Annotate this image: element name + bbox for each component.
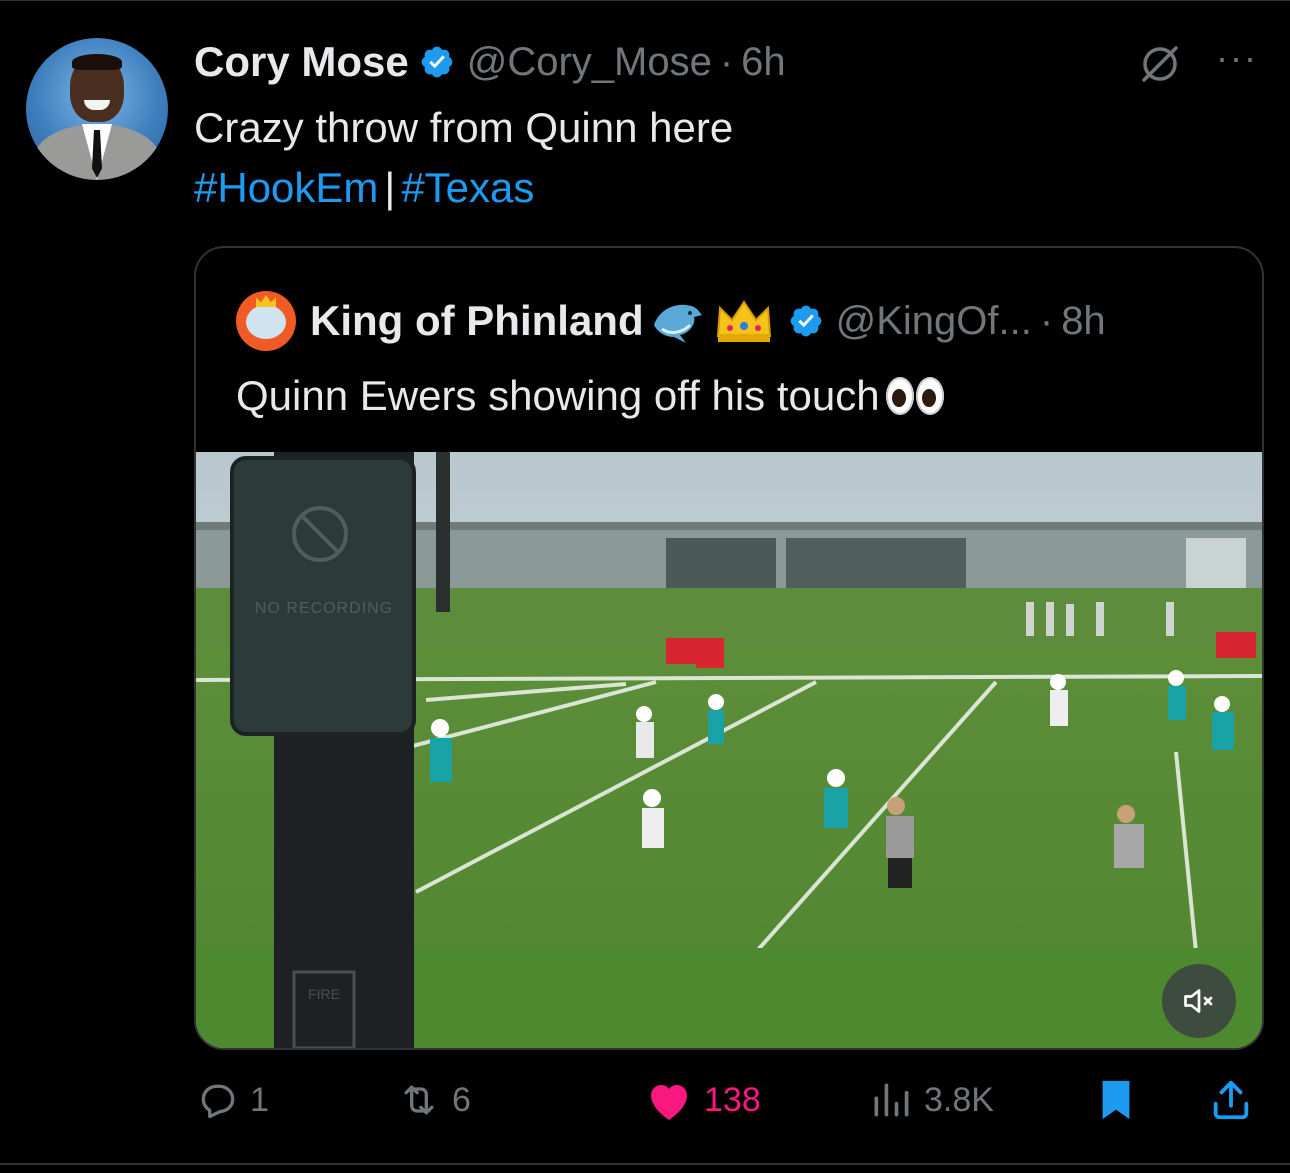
views-icon bbox=[874, 1083, 909, 1117]
quote-author-handle[interactable]: @KingOf... bbox=[836, 299, 1032, 344]
hashtag-link[interactable]: #Texas bbox=[401, 164, 534, 211]
repost-icon bbox=[404, 1085, 434, 1115]
video-player[interactable]: NO RECORDING FIRE bbox=[196, 452, 1262, 1048]
avatar-hair bbox=[72, 54, 122, 70]
hashtags: #HookEm | #Texas bbox=[194, 160, 534, 216]
eyes-emoji-icon bbox=[885, 377, 946, 415]
mute-icon bbox=[1184, 989, 1213, 1013]
author-handle[interactable]: @Cory_Mose bbox=[467, 40, 712, 85]
bookmark-icon bbox=[1102, 1080, 1130, 1120]
dolphin-emoji-icon bbox=[653, 304, 702, 343]
verified-badge-icon[interactable] bbox=[419, 44, 455, 80]
bookmark-button[interactable] bbox=[1096, 1070, 1136, 1130]
quote-author-name[interactable]: King of Phinland bbox=[310, 297, 644, 345]
quote-text: Quinn Ewers showing off his touch bbox=[236, 372, 880, 419]
mute-button[interactable] bbox=[1162, 964, 1236, 1038]
view-count: 3.8K bbox=[924, 1080, 994, 1119]
sign-text: NO RECORDING bbox=[254, 600, 394, 617]
top-divider bbox=[0, 0, 1290, 1]
grok-icon[interactable] bbox=[1136, 40, 1184, 88]
tweet-header: Cory Mose @Cory_Mose · 6h bbox=[194, 38, 786, 86]
separator-dot: · bbox=[719, 39, 734, 84]
post-label: FIRE bbox=[308, 986, 340, 1002]
video-frame bbox=[196, 452, 1262, 1048]
views-button[interactable]: 3.8K bbox=[868, 1070, 994, 1130]
like-count: 138 bbox=[704, 1080, 761, 1119]
quote-timestamp[interactable]: 8h bbox=[1061, 299, 1106, 344]
repost-button[interactable]: 6 bbox=[396, 1070, 471, 1130]
crown-emoji-icon bbox=[716, 300, 771, 342]
heart-icon bbox=[651, 1085, 687, 1120]
repost-count: 6 bbox=[452, 1080, 471, 1119]
quote-header: King of Phinland @KingOf... · 8h bbox=[236, 291, 1106, 351]
avatar[interactable] bbox=[26, 38, 168, 180]
reply-icon bbox=[201, 1084, 235, 1119]
verified-badge-icon[interactable] bbox=[788, 303, 824, 339]
separator-dot: · bbox=[1039, 298, 1054, 343]
quote-avatar[interactable] bbox=[236, 291, 296, 351]
reply-button[interactable]: 1 bbox=[196, 1070, 269, 1130]
like-button[interactable]: 138 bbox=[644, 1070, 761, 1130]
more-icon[interactable]: ··· bbox=[1212, 40, 1262, 80]
author-name[interactable]: Cory Mose bbox=[194, 38, 409, 86]
share-button[interactable] bbox=[1208, 1070, 1254, 1130]
reply-count: 1 bbox=[250, 1080, 269, 1119]
quote-text-row: Quinn Ewers showing off his touch bbox=[236, 366, 946, 426]
bottom-divider bbox=[0, 1163, 1290, 1165]
share-icon bbox=[1213, 1080, 1249, 1120]
quote-tweet-card[interactable]: King of Phinland @KingOf... · 8h Quinn E… bbox=[194, 246, 1264, 1050]
tweet-text: Crazy throw from Quinn here bbox=[194, 104, 734, 151]
timestamp[interactable]: 6h bbox=[741, 40, 786, 85]
action-bar: 1 6 138 3.8K bbox=[0, 1070, 1290, 1130]
hashtag-separator: | bbox=[384, 164, 396, 211]
hashtag-link[interactable]: #HookEm bbox=[194, 164, 378, 211]
